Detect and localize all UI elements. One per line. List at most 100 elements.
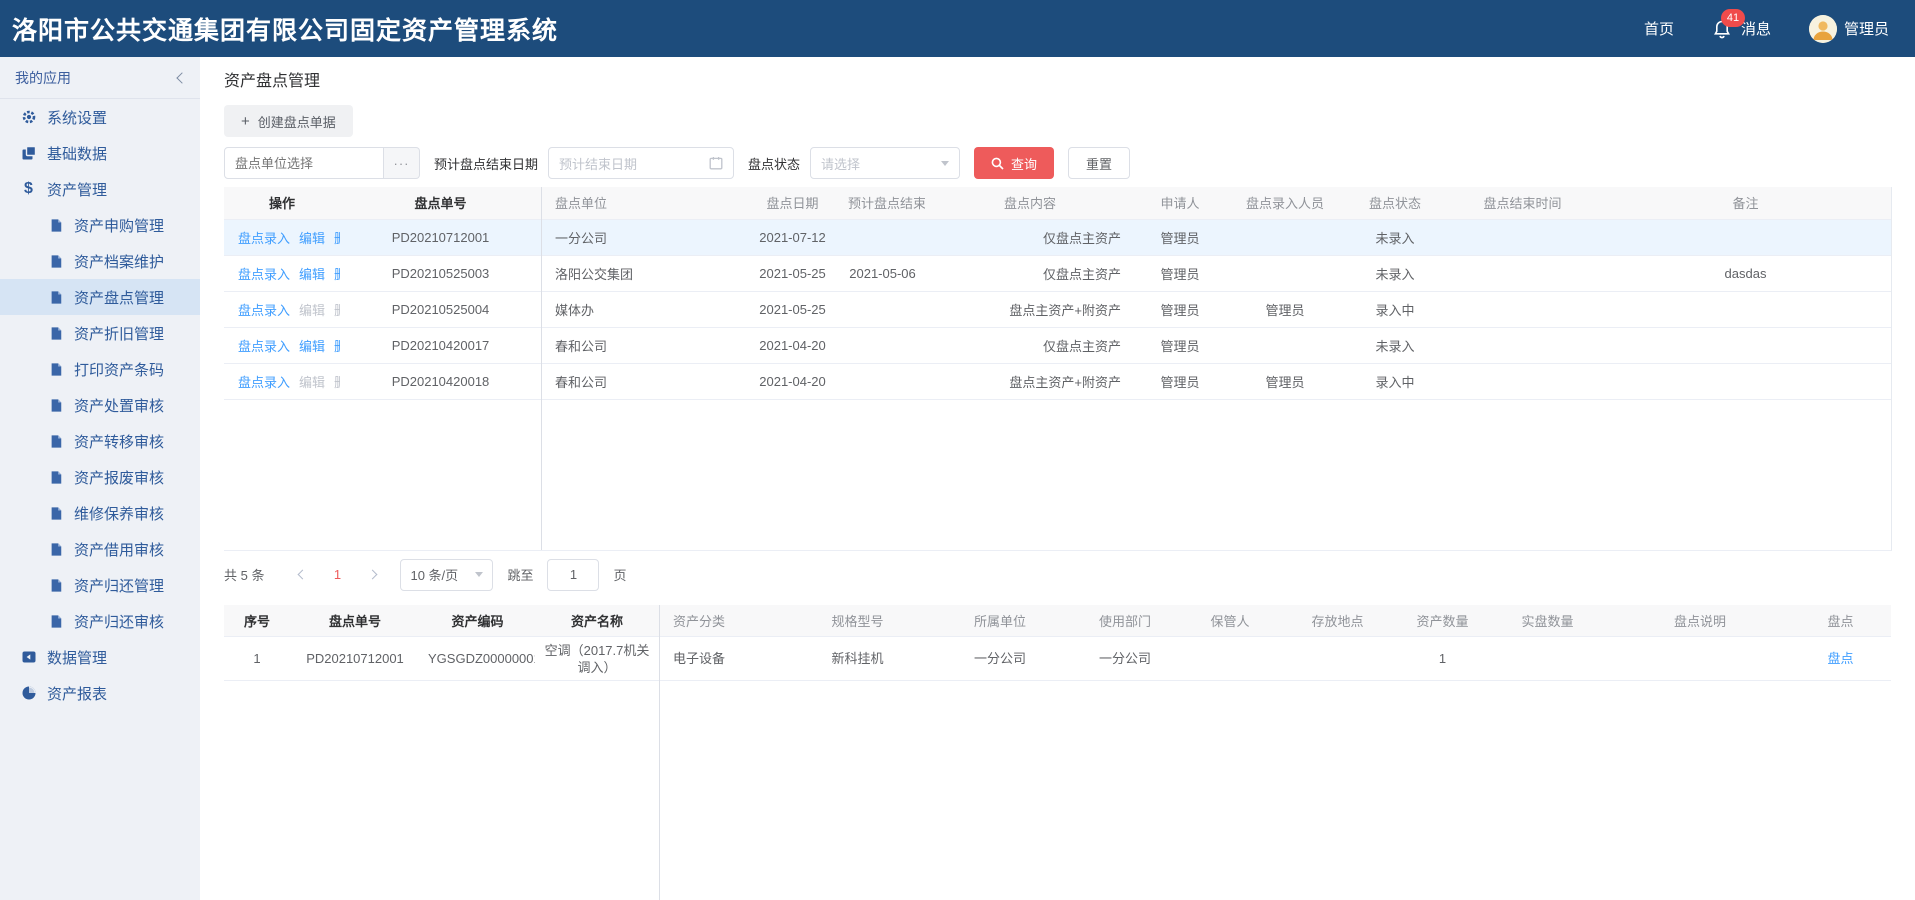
edit-link[interactable]: 编辑 — [299, 231, 325, 246]
document-icon — [47, 433, 64, 450]
total-count: 共 5 条 — [224, 565, 264, 584]
delete-link[interactable]: 删除 — [334, 231, 340, 246]
cell-recorder — [1225, 255, 1345, 291]
cell-end-time — [1445, 255, 1600, 291]
document-icon — [47, 577, 64, 594]
inventory-status-select[interactable]: 请选择 — [810, 147, 960, 179]
cell-model: 新科挂机 — [780, 637, 935, 681]
asset-detail-table: 序号 盘点单号 资产编码 资产名称 资产分类 规格型号 所属单位 使用部门 保管… — [224, 605, 1891, 900]
nav-user-label: 管理员 — [1844, 18, 1889, 39]
cell-unit: 媒体办 — [541, 291, 745, 327]
asset-row: 1 PD20210712001 YGSGDZ00000001 空调（2017.7… — [224, 637, 1891, 681]
nav-messages-label: 消息 — [1741, 18, 1771, 39]
main-content: 资产盘点管理 创建盘点单据 预计盘点结束日期 预计结束日期 盘点状态 请选择 查… — [200, 57, 1915, 900]
sidebar-item-asset-return-audit[interactable]: 资产归还审核 — [0, 603, 200, 639]
page-size-select[interactable]: 10 条/页 — [400, 559, 493, 591]
page-number-1[interactable]: 1 — [324, 567, 350, 582]
entry-link[interactable]: 盘点录入 — [238, 375, 290, 390]
cell-end-time — [1445, 219, 1600, 255]
cell-content: 盘点主资产+附资产 — [925, 363, 1135, 399]
next-page-button[interactable] — [358, 561, 386, 589]
collapse-sidebar-icon[interactable] — [176, 72, 187, 83]
edit-link[interactable]: 编辑 — [299, 267, 325, 282]
col-header-using-dept: 使用部门 — [1065, 605, 1185, 637]
sidebar-item-asset-transfer-audit[interactable]: 资产转移审核 — [0, 423, 200, 459]
cell-location — [1275, 637, 1400, 681]
chevron-down-icon — [475, 572, 483, 577]
document-icon — [47, 541, 64, 558]
search-button[interactable]: 查询 — [974, 147, 1054, 179]
cell-status: 未录入 — [1345, 327, 1445, 363]
cell-recorder: 管理员 — [1225, 291, 1345, 327]
create-inventory-button[interactable]: 创建盘点单据 — [224, 105, 353, 137]
cell-asset-name: 空调（2017.7机关调入） — [535, 637, 659, 681]
sidebar-item-asset-disposal-audit[interactable]: 资产处置审核 — [0, 387, 200, 423]
prev-page-button[interactable] — [288, 561, 316, 589]
cell-expected-end — [840, 291, 925, 327]
sidebar-item-print-barcode[interactable]: 打印资产条码 — [0, 351, 200, 387]
entry-link[interactable]: 盘点录入 — [238, 267, 290, 282]
col-header-actual-qty: 实盘数量 — [1485, 605, 1610, 637]
avatar — [1809, 15, 1837, 43]
cell-unit: 春和公司 — [541, 327, 745, 363]
pie-chart-icon — [20, 685, 37, 702]
sidebar-item-maintenance-audit[interactable]: 维修保养审核 — [0, 495, 200, 531]
delete-link[interactable]: 删除 — [334, 267, 340, 282]
entry-link[interactable]: 盘点录入 — [238, 339, 290, 354]
chevron-right-icon — [368, 570, 378, 580]
edit-link-disabled: 编辑 — [299, 375, 325, 390]
cell-unit: 春和公司 — [541, 363, 745, 399]
expected-end-date-label: 预计盘点结束日期 — [434, 154, 538, 173]
document-icon — [47, 469, 64, 486]
cell-recorder: 管理员 — [1225, 363, 1345, 399]
sidebar-item-asset-management[interactable]: 资产管理 — [0, 171, 200, 207]
sidebar-item-asset-inventory[interactable]: 资产盘点管理 — [0, 279, 200, 315]
cell-applicant: 管理员 — [1135, 291, 1225, 327]
sidebar: 我的应用 系统设置 基础数据 资产管理 资产申购管理 资产档案维护 资产盘点管理… — [0, 57, 200, 900]
delete-link[interactable]: 删除 — [334, 339, 340, 354]
cell-qty: 1 — [1400, 637, 1485, 681]
nav-user[interactable]: 管理员 — [1809, 15, 1889, 43]
sidebar-item-asset-reports[interactable]: 资产报表 — [0, 675, 200, 711]
sidebar-item-asset-return-management[interactable]: 资产归还管理 — [0, 567, 200, 603]
inventory-action-link[interactable]: 盘点 — [1827, 651, 1853, 666]
col-header-expected-end: 预计盘点结束日期 — [840, 187, 925, 219]
cell-status: 录入中 — [1345, 363, 1445, 399]
cell-note — [1610, 637, 1790, 681]
edit-link-disabled: 编辑 — [299, 303, 325, 318]
filter-toolbar: 预计盘点结束日期 预计结束日期 盘点状态 请选择 查询 重置 — [224, 147, 1891, 179]
nav-messages[interactable]: 41 消息 — [1712, 17, 1771, 41]
sidebar-item-asset-purchase[interactable]: 资产申购管理 — [0, 207, 200, 243]
col-header-index: 序号 — [224, 605, 290, 637]
sidebar-item-asset-borrow-audit[interactable]: 资产借用审核 — [0, 531, 200, 567]
cell-category: 电子设备 — [659, 637, 780, 681]
sidebar-item-system-settings[interactable]: 系统设置 — [0, 99, 200, 135]
sidebar-item-asset-depreciation[interactable]: 资产折旧管理 — [0, 315, 200, 351]
reset-button[interactable]: 重置 — [1068, 147, 1130, 179]
sidebar-item-asset-scrap-audit[interactable]: 资产报废审核 — [0, 459, 200, 495]
app-header: 洛阳市公共交通集团有限公司固定资产管理系统 首页 41 消息 — [0, 0, 1915, 57]
cell-applicant: 管理员 — [1135, 363, 1225, 399]
cell-date: 2021-04-20 — [745, 327, 840, 363]
col-header-asset-name: 资产名称 — [535, 605, 659, 637]
delete-link-disabled: 删除 — [334, 375, 340, 390]
cell-content: 仅盘点主资产 — [925, 219, 1135, 255]
inventory-unit-input[interactable] — [224, 147, 384, 179]
nav-home[interactable]: 首页 — [1644, 18, 1674, 39]
entry-link[interactable]: 盘点录入 — [238, 303, 290, 318]
cell-status: 未录入 — [1345, 219, 1445, 255]
cell-applicant: 管理员 — [1135, 255, 1225, 291]
sidebar-item-data-management[interactable]: 数据管理 — [0, 639, 200, 675]
cell-unit: 一分公司 — [541, 219, 745, 255]
cell-order-no: PD20210712001 — [340, 219, 541, 255]
jump-to-page-input[interactable] — [547, 559, 599, 591]
end-date-input[interactable]: 预计结束日期 — [548, 147, 734, 179]
edit-link[interactable]: 编辑 — [299, 339, 325, 354]
sidebar-item-base-data[interactable]: 基础数据 — [0, 135, 200, 171]
entry-link[interactable]: 盘点录入 — [238, 231, 290, 246]
col-header-operations: 操作 — [224, 187, 340, 219]
cell-expected-end — [840, 327, 925, 363]
unit-picker-more-button[interactable] — [384, 147, 420, 179]
sidebar-item-asset-archive[interactable]: 资产档案维护 — [0, 243, 200, 279]
cell-content: 盘点主资产+附资产 — [925, 291, 1135, 327]
